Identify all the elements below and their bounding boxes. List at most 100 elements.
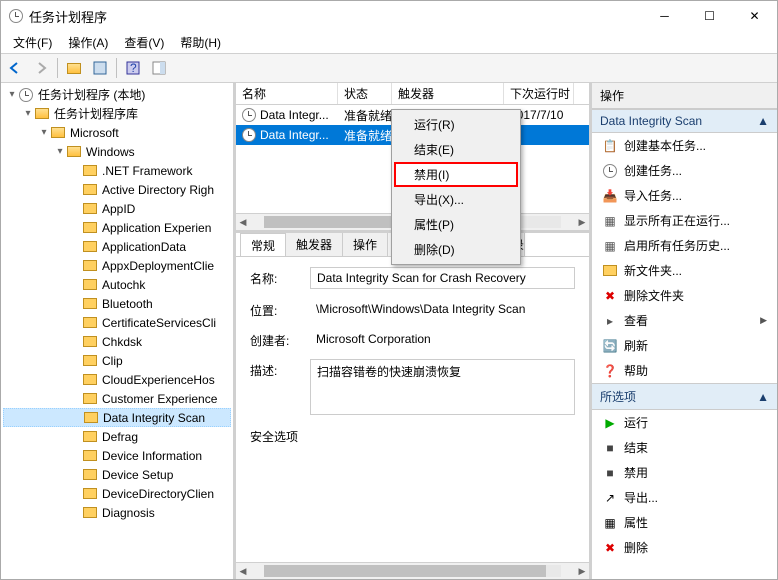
action-item[interactable]: ■禁用 — [592, 460, 777, 485]
menu-file[interactable]: 文件(F) — [5, 32, 60, 53]
toolbar: ? — [1, 53, 777, 83]
ctx-props[interactable]: 属性(P) — [394, 212, 518, 237]
col-triggers[interactable]: 触发器 — [392, 83, 504, 104]
action-item[interactable]: ■结束 — [592, 435, 777, 460]
svg-text:?: ? — [130, 61, 137, 75]
close-button[interactable]: ✕ — [732, 1, 777, 31]
action-icon: ▸ — [602, 313, 618, 329]
clock-icon — [19, 88, 33, 102]
action-item[interactable]: ▶运行 — [592, 410, 777, 435]
tree-item[interactable]: CloudExperienceHos — [3, 370, 231, 389]
ctx-export[interactable]: 导出(X)... — [394, 187, 518, 212]
action-item[interactable]: ▦属性 — [592, 510, 777, 535]
col-name[interactable]: 名称 — [236, 83, 338, 104]
tree-item[interactable]: Customer Experience — [3, 389, 231, 408]
tree-label: Customer Experience — [100, 392, 219, 406]
action-item[interactable]: 📋创建基本任务... — [592, 133, 777, 158]
menu-help[interactable]: 帮助(H) — [172, 32, 229, 53]
folder-icon — [83, 165, 97, 176]
action-item[interactable]: ▦显示所有正在运行... — [592, 208, 777, 233]
view-button[interactable] — [88, 56, 112, 80]
menubar: 文件(F) 操作(A) 查看(V) 帮助(H) — [1, 31, 777, 53]
expand-icon[interactable]: ▾ — [21, 108, 35, 119]
window-title: 任务计划程序 — [29, 7, 642, 26]
tree-label: Autochk — [100, 278, 147, 292]
tree-item[interactable]: Defrag — [3, 427, 231, 446]
action-item[interactable]: 新文件夹... — [592, 258, 777, 283]
folder-icon — [83, 374, 97, 385]
detail-scrollbar[interactable]: ◀▶ — [236, 562, 589, 579]
tree-item[interactable]: Chkdsk — [3, 332, 231, 351]
action-item[interactable]: 创建任务... — [592, 158, 777, 183]
col-next[interactable]: 下次运行时 — [504, 83, 574, 104]
tab-triggers[interactable]: 触发器 — [285, 233, 343, 256]
folder-open-icon — [51, 127, 65, 138]
maximize-button[interactable]: ☐ — [687, 1, 732, 31]
tree-item[interactable]: CertificateServicesCli — [3, 313, 231, 332]
tree-item[interactable]: .NET Framework — [3, 161, 231, 180]
pane-button[interactable] — [147, 56, 171, 80]
tree-item[interactable]: ▾Microsoft — [3, 123, 231, 142]
actions-section1[interactable]: Data Integrity Scan▲ — [592, 109, 777, 133]
action-item[interactable]: 📥导入任务... — [592, 183, 777, 208]
tab-actions[interactable]: 操作 — [342, 233, 388, 256]
help-button[interactable]: ? — [121, 56, 145, 80]
ctx-disable[interactable]: 禁用(I) — [394, 162, 518, 187]
tree-item[interactable]: ▾Windows — [3, 142, 231, 161]
tree-item[interactable]: ▾任务计划程序库 — [3, 104, 231, 123]
tree-item[interactable]: Application Experien — [3, 218, 231, 237]
action-label: 运行 — [624, 414, 648, 431]
action-label: 创建任务... — [624, 162, 682, 179]
tree-label: Clip — [100, 354, 125, 368]
tab-general[interactable]: 常规 — [240, 233, 286, 257]
tree-item[interactable]: Bluetooth — [3, 294, 231, 313]
desc-value: 扫描容错卷的快速崩溃恢复 — [310, 359, 575, 415]
col-state[interactable]: 状态 — [338, 83, 392, 104]
tree-label: Device Information — [100, 449, 204, 463]
tree-item[interactable]: AppxDeploymentClie — [3, 256, 231, 275]
expand-icon[interactable]: ▾ — [5, 89, 19, 100]
folder-icon — [84, 412, 98, 423]
tree-item[interactable]: Active Directory Righ — [3, 180, 231, 199]
tree-item[interactable]: ApplicationData — [3, 237, 231, 256]
tree-item[interactable]: Device Setup — [3, 465, 231, 484]
up-button[interactable] — [62, 56, 86, 80]
action-item[interactable]: ▦启用所有任务历史... — [592, 233, 777, 258]
task-table: 名称 状态 触发器 下次运行时 Data Integr...准备就绪已定义多个触… — [236, 83, 589, 233]
action-item[interactable]: ❓帮助 — [592, 358, 777, 383]
minimize-button[interactable]: ─ — [642, 1, 687, 31]
tree-item[interactable]: DeviceDirectoryClien — [3, 484, 231, 503]
action-label: 显示所有正在运行... — [624, 212, 730, 229]
action-icon — [602, 263, 618, 279]
actions-title: 操作 — [592, 83, 777, 109]
action-label: 结束 — [624, 439, 648, 456]
action-item[interactable]: ▸查看▶ — [592, 308, 777, 333]
folder-icon — [83, 469, 97, 480]
forward-button[interactable] — [29, 56, 53, 80]
expand-icon[interactable]: ▾ — [37, 127, 51, 138]
ctx-delete[interactable]: 删除(D) — [394, 237, 518, 262]
action-item[interactable]: ✖删除 — [592, 535, 777, 560]
action-item[interactable]: 🔄刷新 — [592, 333, 777, 358]
tree-item[interactable]: Data Integrity Scan — [3, 408, 231, 427]
menu-action[interactable]: 操作(A) — [60, 32, 116, 53]
tree-item[interactable]: Device Information — [3, 446, 231, 465]
tree-item[interactable]: ▾任务计划程序 (本地) — [3, 85, 231, 104]
actions-section2[interactable]: 所选项▲ — [592, 383, 777, 410]
action-item[interactable]: ✖删除文件夹 — [592, 283, 777, 308]
action-item[interactable]: ↗导出... — [592, 485, 777, 510]
tree-item[interactable]: AppID — [3, 199, 231, 218]
ctx-end[interactable]: 结束(E) — [394, 137, 518, 162]
folder-icon — [83, 279, 97, 290]
tree-item[interactable]: Autochk — [3, 275, 231, 294]
folder-icon — [83, 488, 97, 499]
tree-item[interactable]: Diagnosis — [3, 503, 231, 522]
expand-icon[interactable]: ▾ — [53, 146, 67, 157]
ctx-run[interactable]: 运行(R) — [394, 112, 518, 137]
folder-icon — [83, 336, 97, 347]
tree-item[interactable]: Clip — [3, 351, 231, 370]
task-icon — [242, 128, 256, 142]
creator-label: 创建者: — [250, 329, 300, 349]
back-button[interactable] — [3, 56, 27, 80]
menu-view[interactable]: 查看(V) — [116, 32, 172, 53]
